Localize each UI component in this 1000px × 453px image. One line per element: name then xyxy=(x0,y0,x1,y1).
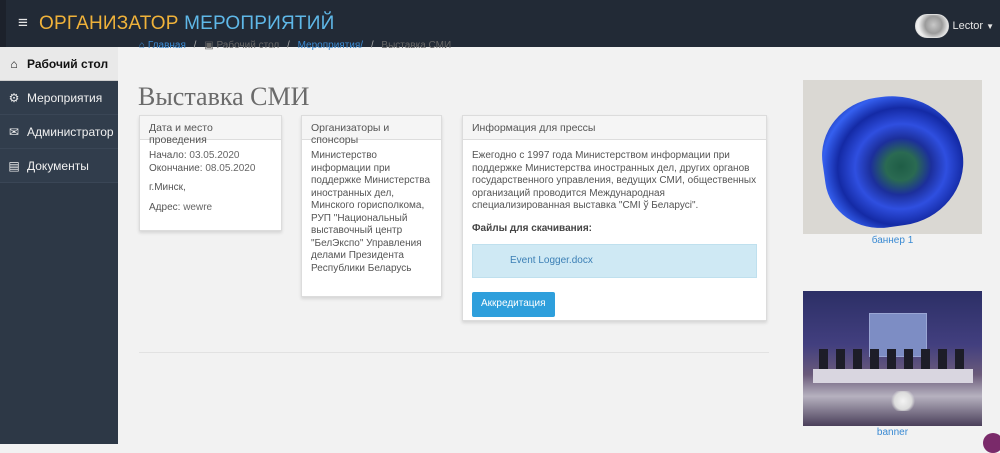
breadcrumb-current: Выставка СМИ xyxy=(381,40,452,51)
sidebar-item-label: Мероприятия xyxy=(27,90,103,105)
breadcrumb-events[interactable]: Мероприятия/ xyxy=(298,40,363,51)
brand-part-1: ОРГАНИЗАТОР xyxy=(39,13,179,34)
banner-image-mineral xyxy=(803,80,982,234)
start-value: 03.05.2020 xyxy=(189,150,240,161)
files-label: Файлы для скачивания: xyxy=(472,222,592,234)
floating-help-button[interactable] xyxy=(983,433,1000,453)
end-value: 08.05.2020 xyxy=(205,162,256,174)
stage-table xyxy=(813,369,973,383)
divider xyxy=(139,352,769,353)
sidebar-item-admin[interactable]: ✉ Администратор xyxy=(0,115,118,149)
desktop-icon: ▣ xyxy=(204,40,217,51)
sidebar: ⌂ Рабочий стол ⚙ Мероприятия ✉ Администр… xyxy=(0,47,118,444)
file-download-link[interactable]: Event Logger.docx xyxy=(472,244,757,278)
breadcrumb-separator: / xyxy=(193,40,197,51)
panel-header: Информация для прессы xyxy=(463,116,766,140)
banner-2[interactable]: banner xyxy=(803,291,982,438)
banner-image-conference xyxy=(803,291,982,426)
breadcrumb-home-label: Главная xyxy=(147,40,186,51)
sidebar-item-label: Администратор xyxy=(27,124,114,139)
banner-1[interactable]: баннер 1 xyxy=(803,80,982,246)
start-label: Начало: xyxy=(149,150,187,161)
press-info-panel: Информация для прессы Ежегодно с 1997 го… xyxy=(462,115,767,321)
address-value: wewre xyxy=(183,201,213,213)
panel-speakers xyxy=(819,349,969,371)
press-text: Ежегодно с 1997 года Министерством инфор… xyxy=(472,150,757,211)
sidebar-item-desktop[interactable]: ⌂ Рабочий стол xyxy=(0,47,118,81)
document-icon: ▤ xyxy=(8,158,20,173)
breadcrumb-desk: ▣ Рабочий стол xyxy=(204,40,279,51)
app-brand[interactable]: ОРГАНИЗАТОР МЕРОПРИЯТИЙ xyxy=(39,13,334,35)
end-date: Окончание: 08.05.2020 xyxy=(149,163,272,176)
panel-header: Дата и место проведения xyxy=(140,116,281,146)
envelope-icon: ✉ xyxy=(8,124,20,139)
user-name: Lector xyxy=(952,20,984,32)
organizers-panel: Организаторы и спонсоры Министерство инф… xyxy=(301,115,442,297)
accreditation-button[interactable]: Аккредитация xyxy=(472,292,555,317)
panel-body: Ежегодно с 1997 года Министерством инфор… xyxy=(463,140,766,327)
gear-icon: ⚙ xyxy=(8,90,20,105)
sidebar-item-documents[interactable]: ▤ Документы xyxy=(0,149,118,183)
hamburger-menu-icon[interactable]: ≡ xyxy=(18,14,28,31)
flower-arrangement xyxy=(889,391,917,411)
address-label: Адрес: xyxy=(149,201,181,213)
user-menu[interactable]: Lector ▼ xyxy=(914,14,994,38)
home-icon: ⌂ xyxy=(10,56,18,71)
home-icon: ⌂ xyxy=(139,40,148,51)
breadcrumb-desk-label: Рабочий стол xyxy=(216,40,280,51)
banner-caption[interactable]: баннер 1 xyxy=(803,235,982,246)
brand-part-2: МЕРОПРИЯТИЙ xyxy=(184,13,335,34)
end-label: Окончание: xyxy=(149,162,203,174)
banner-caption[interactable]: banner xyxy=(803,427,982,438)
panel-body: Начало: 03.05.2020 Окончание: 08.05.2020… xyxy=(140,140,281,224)
sidebar-item-label: Рабочий стол xyxy=(27,56,109,71)
panel-header: Организаторы и спонсоры xyxy=(302,116,441,146)
breadcrumb-separator: / xyxy=(370,40,374,51)
caret-down-icon: ▼ xyxy=(986,21,994,31)
mineral-shape xyxy=(814,86,972,234)
sidebar-item-events[interactable]: ⚙ Мероприятия xyxy=(0,81,118,115)
breadcrumb-separator: / xyxy=(287,40,290,51)
sidebar-item-label: Документы xyxy=(27,158,89,173)
breadcrumb-home[interactable]: ⌂ Главная xyxy=(139,40,186,51)
breadcrumb: ⌂ Главная / ▣ Рабочий стол / Мероприятия… xyxy=(139,40,451,51)
start-date: Начало: 03.05.2020 xyxy=(149,150,272,163)
organizers-text: Министерство информации при поддержке Ми… xyxy=(311,150,431,274)
address: Адрес: wewre xyxy=(149,202,272,215)
date-place-panel: Дата и место проведения Начало: 03.05.20… xyxy=(139,115,282,231)
avatar xyxy=(914,14,949,38)
city: г.Минск, xyxy=(149,182,186,193)
page-title: Выставка СМИ xyxy=(138,82,310,111)
